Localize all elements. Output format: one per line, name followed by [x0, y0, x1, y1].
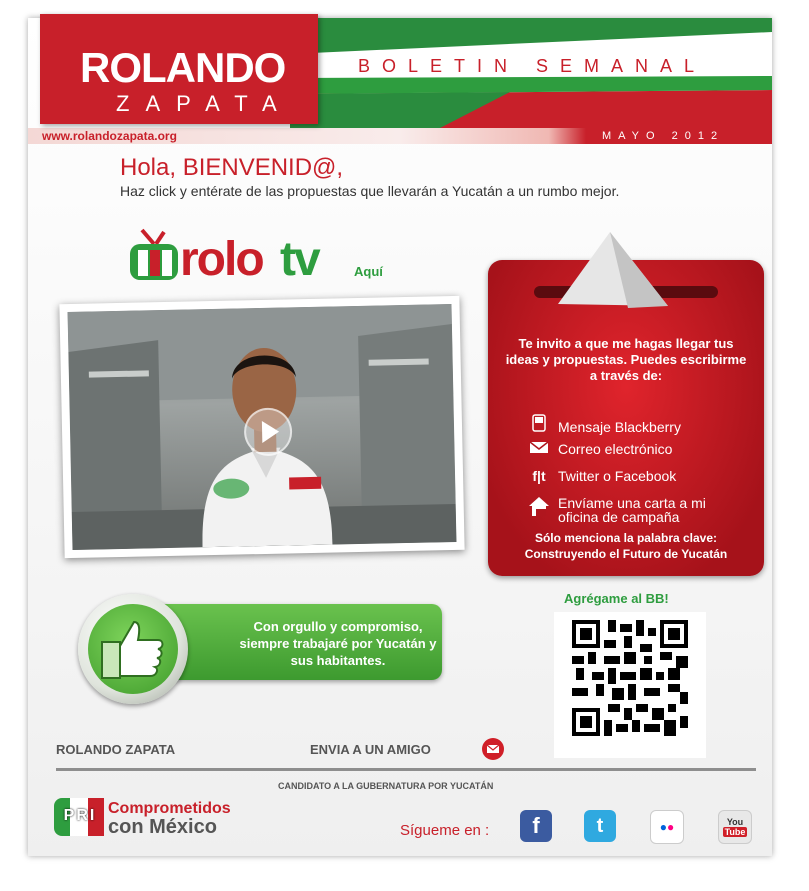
letter-icon: [558, 232, 668, 308]
youtube-bottom: Tube: [722, 827, 748, 837]
aqui-label[interactable]: Aquí: [354, 264, 383, 279]
logo-box[interactable]: ROLANDO ZAPATA: [40, 14, 318, 124]
option-label: Envíame una carta a mi oficina de campañ…: [558, 495, 706, 525]
contact-panel: Te invito a que me hagas llegar tus idea…: [488, 232, 764, 576]
logo-name: ROLANDO: [80, 44, 286, 91]
tv-icon: [130, 228, 178, 280]
thumbs-up-icon: [101, 620, 164, 679]
option-label: Mensaje Blackberry: [558, 419, 681, 435]
video-frame[interactable]: [59, 295, 465, 559]
keyword-line-1: Sólo menciona la palabra clave:: [534, 531, 718, 545]
video-thumbnail[interactable]: [67, 304, 457, 550]
follow-label: Sígueme en :: [400, 822, 490, 839]
pri-logo: PRI: [54, 796, 104, 838]
footer-divider: [56, 768, 756, 771]
youtube-icon[interactable]: You Tube: [718, 810, 752, 844]
tv-word: tv: [280, 233, 321, 286]
greeting-title: Hola, BIENVENID@,: [120, 154, 344, 181]
option-label: Correo electrónico: [558, 441, 673, 457]
bb-qr-code[interactable]: [554, 612, 706, 758]
rolo-word: rolo: [180, 233, 265, 286]
qr-code-icon: [572, 620, 688, 736]
option-letter[interactable]: Envíame una carta a mi oficina de campañ…: [528, 496, 728, 524]
twitter-icon[interactable]: t: [584, 810, 616, 842]
greeting-intro: Haz click y entérate de las propuestas q…: [120, 183, 620, 199]
mail-icon[interactable]: [482, 738, 504, 760]
candidate-title: CANDIDATO A LA GUBERNATURA POR YUCATÁN: [278, 781, 494, 791]
facebook-icon[interactable]: f: [520, 810, 552, 842]
play-button[interactable]: [243, 407, 293, 457]
send-to-friend-link[interactable]: ENVIA A UN AMIGO: [310, 742, 431, 757]
newsletter-title: BOLETIN SEMANAL: [358, 56, 707, 76]
play-icon: [261, 421, 280, 443]
invite-text: Te invito a que me hagas llegar tus idea…: [505, 336, 747, 383]
newsletter-card: BOLETIN SEMANAL ROLANDO ZAPATA www.rolan…: [28, 14, 772, 856]
phone-icon: [528, 414, 550, 435]
option-blackberry[interactable]: Mensaje Blackberry: [528, 414, 681, 435]
issue-date: MAYO 2012: [602, 130, 725, 142]
thumbs-up-circle: [88, 604, 178, 694]
option-label: Twitter o Facebook: [558, 468, 677, 484]
commitment-text: Con orgullo y compromiso, siempre trabaj…: [239, 619, 437, 668]
house-mail-icon: [528, 496, 550, 520]
social-icon: f|t: [532, 468, 546, 484]
pri-letters: PRI: [63, 807, 97, 824]
bb-title: Agrégame al BB!: [564, 591, 669, 606]
thumb-badge: [78, 594, 188, 704]
party-slogan-2: con México: [108, 816, 217, 838]
option-social[interactable]: f|t Twitter o Facebook: [528, 468, 676, 484]
logo-sub: ZAPATA: [116, 91, 293, 116]
website-link[interactable]: www.rolandozapata.org: [42, 129, 177, 143]
flickr-icon[interactable]: ● ●: [650, 810, 684, 844]
option-email[interactable]: Correo electrónico: [528, 441, 672, 457]
rolotv-logo[interactable]: rolo tv Aquí: [128, 228, 408, 298]
keyword-line-2: Construyendo el Futuro de Yucatán: [524, 547, 728, 561]
envelope-icon: [528, 441, 550, 457]
candidate-name: ROLANDO ZAPATA: [56, 742, 176, 757]
youtube-top: You: [726, 817, 744, 827]
keyword-text: Sólo menciona la palabra clave: Construy…: [502, 530, 750, 562]
